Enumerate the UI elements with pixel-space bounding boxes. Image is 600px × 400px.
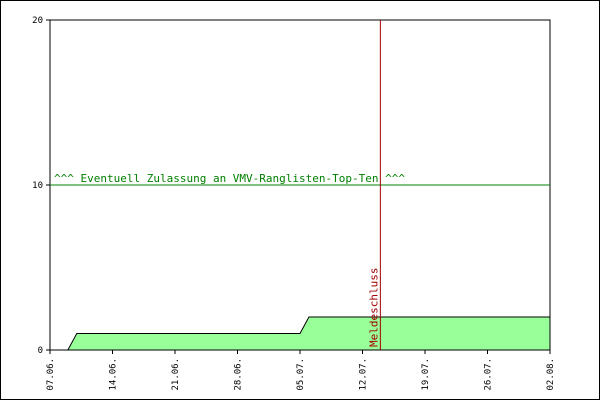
x-tick-label: 02.08. xyxy=(546,358,556,391)
threshold-label: ^^^ Eventuell Zulassung an VMV-Rangliste… xyxy=(54,172,405,185)
x-tick-label: 19.07. xyxy=(421,358,431,391)
deadline-label: Meldeschluss xyxy=(367,268,380,347)
x-tick-label: 21.06. xyxy=(171,358,181,391)
x-tick-label: 07.06. xyxy=(46,358,56,391)
y-tick-label: 10 xyxy=(32,181,43,191)
y-tick-label: 0 xyxy=(38,346,43,356)
x-tick-label: 12.07. xyxy=(359,358,369,391)
area-chart: 0 10 20 07.06. 14.06. 21.06. 28.06. 05.07. 12.07… xyxy=(32,16,556,391)
y-tick-label: 20 xyxy=(32,16,43,26)
x-tick-label: 28.06. xyxy=(234,358,244,391)
x-tick-label: 26.07. xyxy=(484,358,494,391)
x-tick-label: 14.06. xyxy=(109,358,119,391)
x-tick-label: 05.07. xyxy=(296,358,306,391)
